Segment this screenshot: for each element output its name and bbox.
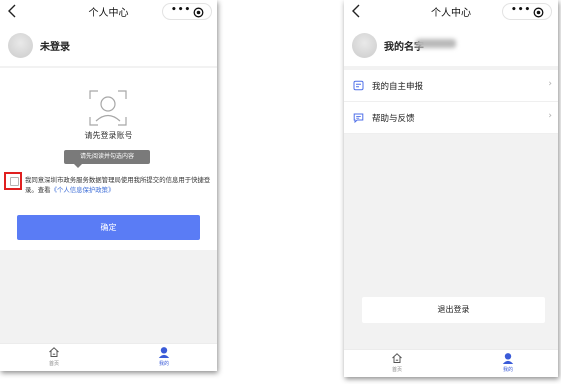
right-screen: 个人中心 ••• 我的名字 我的自主申报 › 帮助与反馈 › 退出登录 首页 我… [344, 0, 558, 377]
redacted-name [416, 39, 456, 48]
logout-button[interactable]: 退出登录 [362, 297, 545, 323]
chevron-right-icon: › [548, 111, 552, 121]
tab-home-label: 首页 [48, 361, 59, 367]
more-dots-icon[interactable]: ••• [171, 5, 191, 15]
agreement-text: 我同意深圳市政务服务数据管理局使用我所提交的信息用于快捷登录。查看《个人信息保护… [25, 175, 211, 195]
avatar [8, 33, 33, 58]
user-info: 未登录 [0, 26, 217, 66]
home-icon [392, 353, 402, 363]
chevron-right-icon: › [548, 79, 552, 89]
tab-home-label: 首页 [391, 367, 402, 373]
menu-item-declaration[interactable]: 我的自主申报 › [344, 70, 558, 102]
chevron-left-icon[interactable] [6, 3, 20, 19]
nav-bar: 个人中心 ••• [0, 0, 217, 26]
more-dots-icon[interactable]: ••• [511, 5, 531, 15]
mini-program-capsule: ••• [162, 3, 212, 20]
target-icon[interactable] [533, 7, 544, 18]
checkbox-highlight [4, 172, 22, 190]
chevron-left-icon[interactable] [350, 3, 364, 19]
person-icon [158, 347, 170, 358]
tab-home[interactable]: 首页 [377, 352, 417, 376]
declaration-icon [353, 80, 364, 91]
left-screen: 个人中心 ••• 未登录 请先登录账号 请先阅读并勾选内容 我同意深圳市政务服务… [0, 0, 217, 371]
tab-mine[interactable]: 我的 [488, 352, 528, 376]
person-icon [502, 353, 514, 364]
tab-bar: 首页 我的 [344, 349, 558, 377]
tab-mine-label: 我的 [158, 361, 169, 367]
login-prompt: 请先登录账号 [84, 131, 133, 140]
home-icon [49, 347, 59, 357]
tab-bar: 首页 我的 [0, 343, 217, 371]
feedback-icon [353, 113, 364, 123]
nav-bar: 个人中心 ••• [344, 0, 558, 26]
username: 未登录 [40, 42, 70, 53]
menu-list: 我的自主申报 › 帮助与反馈 › [344, 70, 558, 134]
confirm-button[interactable]: 确定 [17, 215, 200, 240]
target-icon[interactable] [193, 7, 204, 18]
menu-item-feedback[interactable]: 帮助与反馈 › [344, 102, 558, 134]
menu-label: 我的自主申报 [372, 82, 424, 92]
tab-mine[interactable]: 我的 [144, 346, 184, 370]
mini-program-capsule: ••• [502, 3, 552, 20]
agreement-checkbox[interactable] [10, 177, 19, 186]
face-scan-icon [89, 90, 127, 126]
avatar [352, 33, 377, 58]
tab-mine-label: 我的 [502, 367, 513, 373]
menu-label: 帮助与反馈 [372, 114, 415, 124]
login-card: 请先登录账号 请先阅读并勾选内容 我同意深圳市政务服务数据管理局使用我所提交的信… [0, 68, 217, 250]
agreement-tooltip: 请先阅读并勾选内容 [64, 150, 150, 168]
tab-home[interactable]: 首页 [34, 346, 74, 370]
privacy-policy-link[interactable]: 《个人信息保护政策》 [51, 186, 115, 194]
user-info: 我的名字 [344, 26, 558, 66]
